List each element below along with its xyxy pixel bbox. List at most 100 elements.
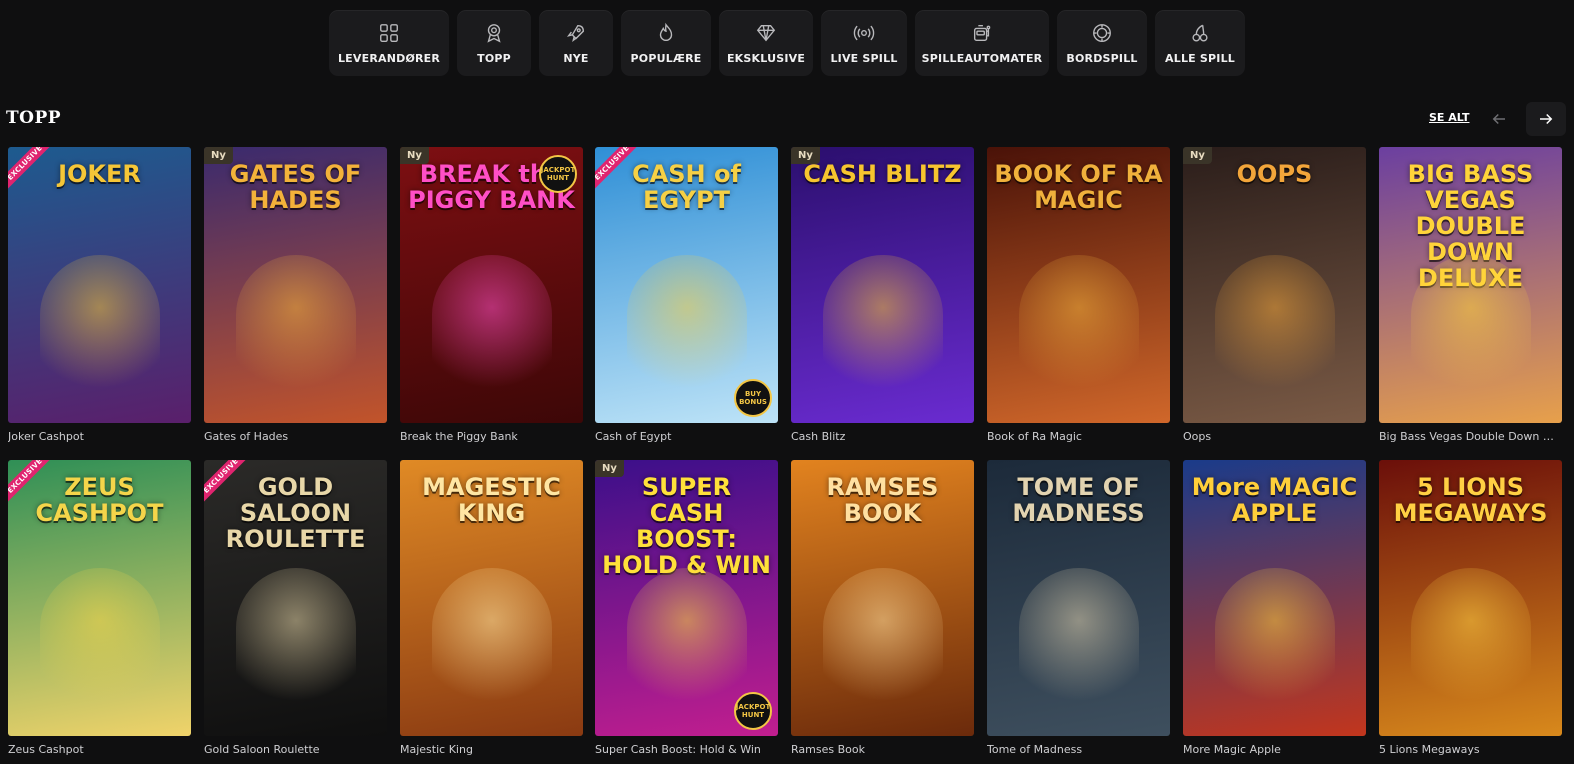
game-name[interactable]: Zeus Cashpot (8, 743, 191, 756)
game-art-title: CASH BLITZ (803, 160, 962, 188)
nav-item-alle-spill[interactable]: ALLE SPILL (1155, 10, 1245, 76)
game-artwork (39, 255, 160, 405)
game-card[interactable]: TOME OF MADNESS Tome of Madness (987, 460, 1170, 756)
game-card[interactable]: CASH BLITZ Ny Cash Blitz (791, 147, 974, 443)
game-artwork (1410, 568, 1531, 718)
diamond-icon (755, 22, 777, 44)
game-name[interactable]: Majestic King (400, 743, 583, 756)
game-artwork (431, 568, 552, 718)
game-art-title: ZEUS CASHPOT (35, 473, 164, 527)
game-art-title: GATES OF HADES (229, 160, 362, 214)
game-thumbnail[interactable]: GATES OF HADES Ny (204, 147, 387, 423)
game-thumbnail[interactable]: More MAGIC APPLE (1183, 460, 1366, 736)
game-card[interactable]: BIG BASS VEGAS DOUBLE DOWN DELUXE Big Bas… (1379, 147, 1562, 443)
game-card[interactable]: SUPER CASH BOOST: HOLD & WIN Ny JACKPOT HU… (595, 460, 778, 756)
game-thumbnail[interactable]: GOLD SALOON ROULETTE EXCLUSIVE (204, 460, 387, 736)
game-name[interactable]: Cash of Egypt (595, 430, 778, 443)
game-card[interactable]: MAGESTIC KING Majestic King (400, 460, 583, 756)
game-art-title: GOLD SALOON ROULETTE (225, 473, 366, 553)
category-nav: LEVERANDØRER TOPP NYE POPULÆRE EKSKLUSIVE LIV… (0, 10, 1574, 76)
game-thumbnail[interactable]: MAGESTIC KING (400, 460, 583, 736)
game-name[interactable]: Big Bass Vegas Double Down Deluxe (1379, 430, 1562, 443)
game-art-title: JOKER (58, 160, 141, 188)
game-thumbnail[interactable]: 5 LIONS MEGAWAYS (1379, 460, 1562, 736)
game-artwork (1214, 568, 1335, 718)
game-card[interactable]: GATES OF HADES Ny Gates of Hades (204, 147, 387, 443)
see-all-link[interactable]: SE ALT (1429, 111, 1469, 124)
nav-item-populære[interactable]: POPULÆRE (621, 10, 711, 76)
game-name[interactable]: Gates of Hades (204, 430, 387, 443)
game-thumbnail[interactable]: TOME OF MADNESS (987, 460, 1170, 736)
game-art-title: More MAGIC APPLE (1191, 473, 1358, 527)
game-thumbnail[interactable]: OOPS Ny (1183, 147, 1366, 423)
slot-machine-icon (971, 22, 993, 44)
game-name[interactable]: Gold Saloon Roulette (204, 743, 387, 756)
game-thumbnail[interactable]: CASH BLITZ Ny (791, 147, 974, 423)
game-thumbnail[interactable]: ZEUS CASHPOT EXCLUSIVE (8, 460, 191, 736)
previous-button[interactable] (1479, 102, 1519, 136)
new-badge: Ny (400, 147, 429, 164)
game-card[interactable]: BOOK OF RA MAGIC Book of Ra Magic (987, 147, 1170, 443)
jackpot-hunt-logo: JACKPOT HUNT (539, 155, 577, 193)
nav-item-eksklusive[interactable]: EKSKLUSIVE (719, 10, 813, 76)
rocket-icon (565, 22, 587, 44)
new-badge: Ny (595, 460, 624, 477)
grid-icon (378, 22, 400, 44)
game-card[interactable]: GOLD SALOON ROULETTE EXCLUSIVE Gold Saloon… (204, 460, 387, 756)
game-art-title: MAGESTIC KING (422, 473, 561, 527)
nav-item-label: LEVERANDØRER (337, 51, 441, 65)
game-card[interactable]: 5 LIONS MEGAWAYS 5 Lions Megaways (1379, 460, 1562, 756)
chip-icon (1091, 22, 1113, 44)
game-card[interactable]: RAMSES BOOK Ramses Book (791, 460, 974, 756)
game-thumbnail[interactable]: CASH of EGYPT EXCLUSIVE BUY BONUS (595, 147, 778, 423)
nav-item-bordspill[interactable]: BORDSPILL (1057, 10, 1147, 76)
section-header: TOPP SE ALT (0, 102, 1574, 136)
game-name[interactable]: More Magic Apple (1183, 743, 1366, 756)
nav-item-live-spill[interactable]: LIVE SPILL (821, 10, 907, 76)
new-badge: Ny (791, 147, 820, 164)
game-name[interactable]: Ramses Book (791, 743, 974, 756)
game-artwork (1410, 255, 1531, 405)
nav-item-nye[interactable]: NYE (539, 10, 613, 76)
game-name[interactable]: Joker Cashpot (8, 430, 191, 443)
game-card[interactable]: JOKER EXCLUSIVE Joker Cashpot (8, 147, 191, 443)
game-thumbnail[interactable]: RAMSES BOOK (791, 460, 974, 736)
game-name[interactable]: Break the Piggy Bank (400, 430, 583, 443)
game-name[interactable]: Super Cash Boost: Hold & Win (595, 743, 778, 756)
game-artwork (235, 255, 356, 405)
game-card[interactable]: ZEUS CASHPOT EXCLUSIVE Zeus Cashpot (8, 460, 191, 756)
nav-item-label: POPULÆRE (630, 51, 702, 65)
game-card[interactable]: BREAK the PIGGY BANK Ny JACKPOT HUNT Break … (400, 147, 583, 443)
game-artwork (822, 568, 943, 718)
section-title: TOPP (6, 108, 62, 128)
buy-bonus-logo: BUY BONUS (734, 379, 772, 417)
game-card[interactable]: OOPS Ny Oops (1183, 147, 1366, 443)
game-name[interactable]: Tome of Madness (987, 743, 1170, 756)
game-thumbnail[interactable]: JOKER EXCLUSIVE (8, 147, 191, 423)
game-thumbnail[interactable]: BOOK OF RA MAGIC (987, 147, 1170, 423)
game-thumbnail[interactable]: SUPER CASH BOOST: HOLD & WIN Ny JACKPOT HU… (595, 460, 778, 736)
game-thumbnail[interactable]: BREAK the PIGGY BANK Ny JACKPOT HUNT (400, 147, 583, 423)
nav-item-label: TOPP (477, 51, 511, 65)
game-artwork (1018, 255, 1139, 405)
arrow-right-icon (1540, 113, 1553, 125)
nav-item-topp[interactable]: TOPP (457, 10, 531, 76)
game-name[interactable]: 5 Lions Megaways (1379, 743, 1562, 756)
jackpot-hunt-logo: JACKPOT HUNT (734, 692, 772, 730)
nav-item-spilleautomater[interactable]: SPILLEAUTOMATER (915, 10, 1049, 76)
game-thumbnail[interactable]: BIG BASS VEGAS DOUBLE DOWN DELUXE (1379, 147, 1562, 423)
nav-item-leverandører[interactable]: LEVERANDØRER (329, 10, 449, 76)
broadcast-icon (853, 22, 875, 44)
game-card[interactable]: CASH of EGYPT EXCLUSIVE BUY BONUS Cash of E… (595, 147, 778, 443)
game-name[interactable]: Cash Blitz (791, 430, 974, 443)
next-button[interactable] (1526, 102, 1566, 136)
game-name[interactable]: Oops (1183, 430, 1366, 443)
game-art-title: OOPS (1236, 160, 1313, 188)
game-artwork (235, 568, 356, 718)
game-name[interactable]: Book of Ra Magic (987, 430, 1170, 443)
nav-item-label: BORDSPILL (1066, 51, 1138, 65)
game-card[interactable]: More MAGIC APPLE More Magic Apple (1183, 460, 1366, 756)
new-badge: Ny (1183, 147, 1212, 164)
game-artwork (431, 255, 552, 405)
game-artwork (1214, 255, 1335, 405)
